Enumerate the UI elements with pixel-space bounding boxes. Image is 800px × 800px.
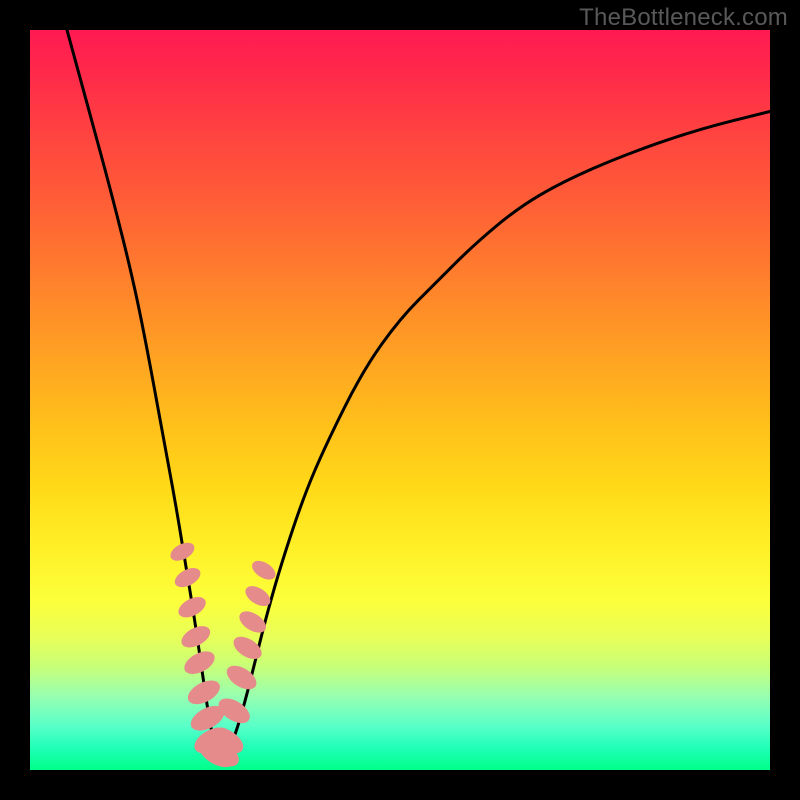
marker xyxy=(249,557,279,583)
marker-cluster xyxy=(167,539,278,770)
plot-area xyxy=(30,30,770,770)
curve-layer xyxy=(30,30,770,770)
watermark-text: TheBottleneck.com xyxy=(579,4,788,32)
chart-frame: TheBottleneck.com xyxy=(0,0,800,800)
bottleneck-curve xyxy=(67,30,770,755)
